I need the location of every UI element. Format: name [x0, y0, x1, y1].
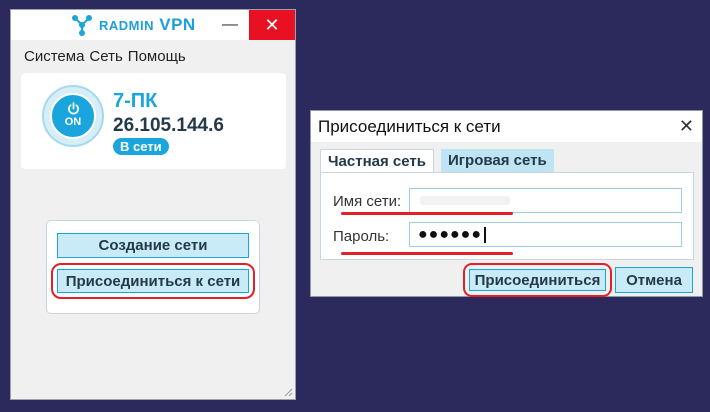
close-button[interactable]: ✕ [249, 10, 295, 40]
password-input[interactable]: ●●●●●● [409, 222, 682, 247]
app-brand: RADMIN VPN [71, 14, 196, 36]
dialog-close-icon[interactable]: ✕ [679, 116, 694, 137]
blurred-network-name [420, 196, 510, 205]
app-name: RADMIN VPN [99, 15, 196, 34]
dialog-form-panel: Имя сети: Пароль: ●●●●●● [320, 172, 694, 260]
minimize-button[interactable]: — [211, 10, 249, 40]
connect-button-highlight: Присоединиться [463, 263, 612, 297]
status-card: ON 7-ПК 26.105.144.6 В сети [21, 73, 286, 169]
dialog-title: Присоединиться к сети [318, 117, 501, 136]
password-underline [341, 252, 513, 255]
network-name-input[interactable] [409, 188, 682, 213]
radmin-logo-icon [72, 15, 92, 36]
title-bar[interactable]: RADMIN VPN — ✕ [11, 10, 295, 40]
power-ring: ON [42, 85, 104, 147]
status-badge: В сети [113, 138, 169, 155]
ip-address: 26.105.144.6 [113, 115, 224, 136]
radmin-main-window: RADMIN VPN — ✕ Система Сеть Помощь ON 7-… [10, 9, 296, 400]
menu-help[interactable]: Помощь [123, 46, 186, 68]
join-network-highlight: Присоединиться к сети [51, 263, 255, 299]
cancel-button[interactable]: Отмена [615, 267, 693, 293]
resize-grip-icon[interactable] [283, 387, 293, 397]
create-network-button[interactable]: Создание сети [57, 233, 249, 258]
join-network-button[interactable]: Присоединиться к сети [57, 269, 249, 293]
password-value: ●●●●●● [418, 226, 482, 243]
connect-button[interactable]: Присоединиться [469, 269, 606, 291]
dialog-title-bar[interactable]: Присоединиться к сети ✕ [311, 111, 702, 142]
menu-system[interactable]: Система [11, 46, 84, 68]
power-toggle-button[interactable]: ON [50, 93, 96, 139]
tab-private-network[interactable]: Частная сеть [320, 149, 434, 172]
menu-network[interactable]: Сеть [84, 46, 122, 68]
power-state-label: ON [64, 116, 82, 128]
join-network-dialog: Присоединиться к сети ✕ Частная сеть Игр… [310, 110, 703, 297]
host-name: 7-ПК [113, 90, 158, 112]
network-name-underline [341, 212, 513, 215]
network-name-label: Имя сети: [333, 193, 402, 210]
menu-bar: Система Сеть Помощь [11, 46, 186, 68]
password-label: Пароль: [333, 228, 390, 245]
power-icon [67, 102, 79, 115]
tab-game-network[interactable]: Игровая сеть [441, 149, 554, 172]
text-caret [483, 226, 486, 243]
network-actions-panel: Создание сети Присоединиться к сети [46, 220, 260, 314]
